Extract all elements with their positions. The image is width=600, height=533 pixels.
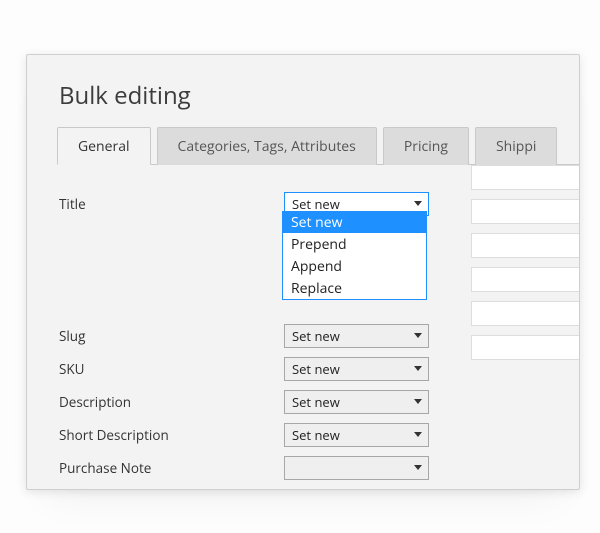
value-input[interactable] bbox=[471, 199, 580, 224]
label-slug: Slug bbox=[57, 327, 284, 345]
chevron-down-icon bbox=[414, 366, 422, 371]
page-title: Bulk editing bbox=[59, 79, 579, 112]
select-title-value: Set new bbox=[292, 195, 340, 213]
select-purchase-note[interactable] bbox=[284, 456, 429, 480]
select-description[interactable]: Set new bbox=[284, 390, 429, 414]
tab-pricing[interactable]: Pricing bbox=[383, 127, 469, 165]
bulk-edit-panel: Bulk editing General Categories, Tags, A… bbox=[26, 54, 580, 490]
row-short-description: Short Description Set new bbox=[57, 418, 579, 451]
value-inputs-column bbox=[471, 165, 580, 360]
select-sku-value: Set new bbox=[292, 360, 340, 378]
select-short-description[interactable]: Set new bbox=[284, 423, 429, 447]
value-input[interactable] bbox=[471, 301, 580, 326]
select-slug-value: Set new bbox=[292, 327, 340, 345]
tab-shipping[interactable]: Shippi bbox=[475, 127, 557, 165]
option-replace[interactable]: Replace bbox=[283, 277, 426, 299]
row-purchase-note: Purchase Note bbox=[57, 451, 579, 484]
select-title-dropdown: Set new Prepend Append Replace bbox=[282, 211, 427, 300]
label-title: Title bbox=[57, 195, 284, 213]
option-append[interactable]: Append bbox=[283, 255, 426, 277]
value-input[interactable] bbox=[471, 165, 580, 190]
tab-bar: General Categories, Tags, Attributes Pri… bbox=[57, 126, 580, 165]
select-short-description-value: Set new bbox=[292, 426, 340, 444]
tab-general[interactable]: General bbox=[57, 127, 151, 165]
chevron-down-icon bbox=[414, 465, 422, 470]
select-sku[interactable]: Set new bbox=[284, 357, 429, 381]
value-input[interactable] bbox=[471, 267, 580, 292]
label-description: Description bbox=[57, 393, 284, 411]
select-slug[interactable]: Set new bbox=[284, 324, 429, 348]
value-input[interactable] bbox=[471, 233, 580, 258]
chevron-down-icon bbox=[414, 432, 422, 437]
label-short-description: Short Description bbox=[57, 426, 284, 444]
chevron-down-icon bbox=[414, 333, 422, 338]
row-description: Description Set new bbox=[57, 385, 579, 418]
label-sku: SKU bbox=[57, 360, 284, 378]
form-general: Title Set new Set new Prepend Append Rep… bbox=[57, 165, 579, 484]
select-description-value: Set new bbox=[292, 393, 340, 411]
tab-categories[interactable]: Categories, Tags, Attributes bbox=[157, 127, 377, 165]
label-purchase-note: Purchase Note bbox=[57, 459, 284, 477]
chevron-down-icon bbox=[414, 399, 422, 404]
option-prepend[interactable]: Prepend bbox=[283, 233, 426, 255]
chevron-down-icon bbox=[414, 201, 422, 206]
value-input[interactable] bbox=[471, 335, 580, 360]
option-set-new[interactable]: Set new bbox=[283, 211, 426, 233]
